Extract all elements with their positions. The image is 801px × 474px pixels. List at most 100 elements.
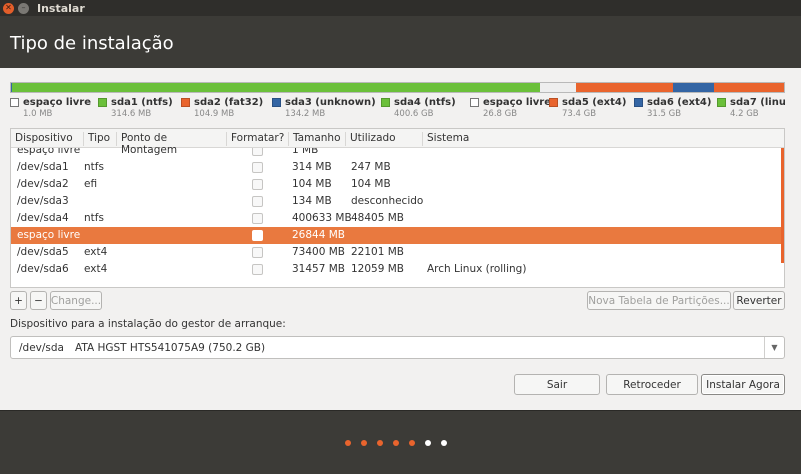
- legend-item: sda1 (ntfs) 314.6 MB: [98, 97, 173, 119]
- legend-label: sda1 (ntfs): [111, 97, 173, 108]
- cell-type: ntfs: [84, 212, 104, 224]
- legend-color-swatch: [181, 98, 190, 107]
- progress-dot: [409, 440, 415, 446]
- column-header-device[interactable]: Dispositivo: [11, 132, 84, 146]
- legend-size: 4.2 GB: [730, 109, 759, 119]
- legend-item: sda3 (unknown) 134.2 MB: [272, 97, 376, 119]
- chevron-down-icon[interactable]: ▼: [764, 337, 784, 358]
- cell-device: /dev/sda6: [17, 263, 69, 275]
- legend-color-swatch: [10, 98, 19, 107]
- legend-size: 31.5 GB: [647, 109, 682, 119]
- cell-size: 31457 MB: [292, 263, 346, 275]
- format-checkbox[interactable]: [252, 148, 263, 156]
- bootloader-device-description: ATA HGST HTS541075A9 (750.2 GB): [74, 341, 266, 354]
- legend-item: sda5 (ext4) 73.4 GB: [549, 97, 626, 119]
- cell-system: Arch Linux (rolling): [427, 263, 527, 275]
- cell-device: espaço livre: [17, 229, 81, 241]
- format-checkbox[interactable]: [252, 162, 263, 173]
- cell-device: /dev/sda5: [17, 246, 69, 258]
- change-partition-button[interactable]: Change...: [50, 291, 102, 310]
- minimize-window-button[interactable]: –: [18, 2, 29, 14]
- cell-device: /dev/sda3: [17, 195, 69, 207]
- bootloader-device-select[interactable]: /dev/sda ATA HGST HTS541075A9 (750.2 GB)…: [10, 336, 785, 359]
- column-header-type[interactable]: Tipo: [84, 132, 117, 146]
- minimize-icon: –: [21, 3, 26, 12]
- install-now-button[interactable]: Instalar Agora: [701, 374, 785, 395]
- legend-color-swatch: [634, 98, 643, 107]
- cell-type: ext4: [84, 246, 108, 258]
- column-header-size[interactable]: Tamanho: [289, 132, 346, 146]
- add-partition-button[interactable]: +: [10, 291, 27, 310]
- legend-label: espaço livre: [23, 97, 92, 108]
- cell-used: 48405 MB: [351, 212, 405, 224]
- column-header-system[interactable]: Sistema: [423, 132, 543, 146]
- table-row[interactable]: /dev/sda3 134 MB desconhecido: [11, 193, 784, 210]
- cell-device: /dev/sda4: [17, 212, 69, 224]
- close-icon: ✕: [5, 3, 12, 12]
- column-header-format[interactable]: Formatar?: [227, 132, 289, 146]
- legend-item: sda7 (linux4.2 GB: [717, 97, 785, 119]
- legend-size: 1.0 MB: [23, 109, 53, 119]
- format-checkbox[interactable]: [252, 247, 263, 258]
- cell-type: efi: [84, 178, 98, 190]
- partition-legend: espaço livre 1.0 MB sda1 (ntfs) 314.6 MB sda…: [10, 97, 785, 123]
- column-header-used[interactable]: Utilizado: [346, 132, 423, 146]
- new-partition-table-button[interactable]: Nova Tabela de Partições...: [587, 291, 731, 310]
- format-checkbox[interactable]: [252, 230, 263, 241]
- partition-bar-segment: [672, 83, 715, 92]
- progress-indicator: [345, 440, 457, 446]
- format-checkbox[interactable]: [252, 179, 263, 190]
- table-row[interactable]: espaço livre 1 MB: [11, 148, 784, 159]
- legend-size: 104.9 MB: [194, 109, 235, 119]
- legend-label: sda4 (ntfs): [394, 97, 456, 108]
- cell-type: ext4: [84, 263, 108, 275]
- legend-size: 400.6 GB: [394, 109, 434, 119]
- legend-label: sda7 (linux: [730, 97, 785, 108]
- cell-size: 134 MB: [292, 195, 332, 207]
- legend-item: sda6 (ext4) 31.5 GB: [634, 97, 711, 119]
- back-button[interactable]: Retroceder: [606, 374, 698, 395]
- format-checkbox[interactable]: [252, 213, 263, 224]
- table-row[interactable]: /dev/sda6 ext4 31457 MB 12059 MB Arch Linux …: [11, 261, 784, 278]
- table-row[interactable]: /dev/sda2 efi 104 MB 104 MB: [11, 176, 784, 193]
- table-row[interactable]: /dev/sda4 ntfs 400633 MB 48405 MB: [11, 210, 784, 227]
- window-titlebar: ✕ – Instalar: [0, 0, 801, 16]
- page-header: Tipo de instalação: [0, 16, 801, 68]
- table-row[interactable]: /dev/sda1 ntfs 314 MB 247 MB: [11, 159, 784, 176]
- legend-color-swatch: [470, 98, 479, 107]
- cell-used: 22101 MB: [351, 246, 405, 258]
- legend-label: sda2 (fat32): [194, 97, 264, 108]
- legend-size: 26.8 GB: [483, 109, 518, 119]
- page-title: Tipo de instalação: [10, 33, 174, 54]
- table-scrollbar[interactable]: [781, 148, 784, 263]
- legend-size: 314.6 MB: [111, 109, 152, 119]
- progress-dot: [345, 440, 351, 446]
- cell-used: 247 MB: [351, 161, 391, 173]
- format-checkbox[interactable]: [252, 196, 263, 207]
- progress-dot: [377, 440, 383, 446]
- cell-size: 73400 MB: [292, 246, 346, 258]
- partition-table[interactable]: Dispositivo Tipo Ponto de Montagem Forma…: [10, 128, 785, 288]
- remove-partition-button[interactable]: −: [30, 291, 47, 310]
- cell-size: 26844 MB: [292, 229, 346, 241]
- window-title: Instalar: [37, 1, 85, 15]
- legend-color-swatch: [98, 98, 107, 107]
- partition-bar-segment: [11, 83, 541, 92]
- close-window-button[interactable]: ✕: [3, 2, 14, 14]
- format-checkbox[interactable]: [252, 264, 263, 275]
- revert-button[interactable]: Reverter: [733, 291, 785, 310]
- table-row[interactable]: espaço livre 26844 MB: [11, 227, 784, 244]
- quit-button[interactable]: Sair: [514, 374, 600, 395]
- cell-size: 400633 MB: [292, 212, 352, 224]
- bootloader-device: /dev/sda: [19, 341, 64, 354]
- legend-color-swatch: [381, 98, 390, 107]
- column-header-mount[interactable]: Ponto de Montagem: [117, 132, 227, 156]
- legend-label: sda5 (ext4): [562, 97, 627, 108]
- partition-bar-segment: [576, 83, 673, 92]
- partition-bar-segment: [714, 83, 784, 92]
- table-body: espaço livre 1 MB/dev/sda1 ntfs 314 MB 247 M…: [11, 148, 784, 287]
- cell-size: 1 MB: [292, 148, 319, 156]
- table-row[interactable]: /dev/sda5 ext4 73400 MB 22101 MB: [11, 244, 784, 261]
- bootloader-label: Dispositivo para a instalação do gestor …: [10, 318, 286, 330]
- cell-used: desconhecido: [351, 195, 424, 207]
